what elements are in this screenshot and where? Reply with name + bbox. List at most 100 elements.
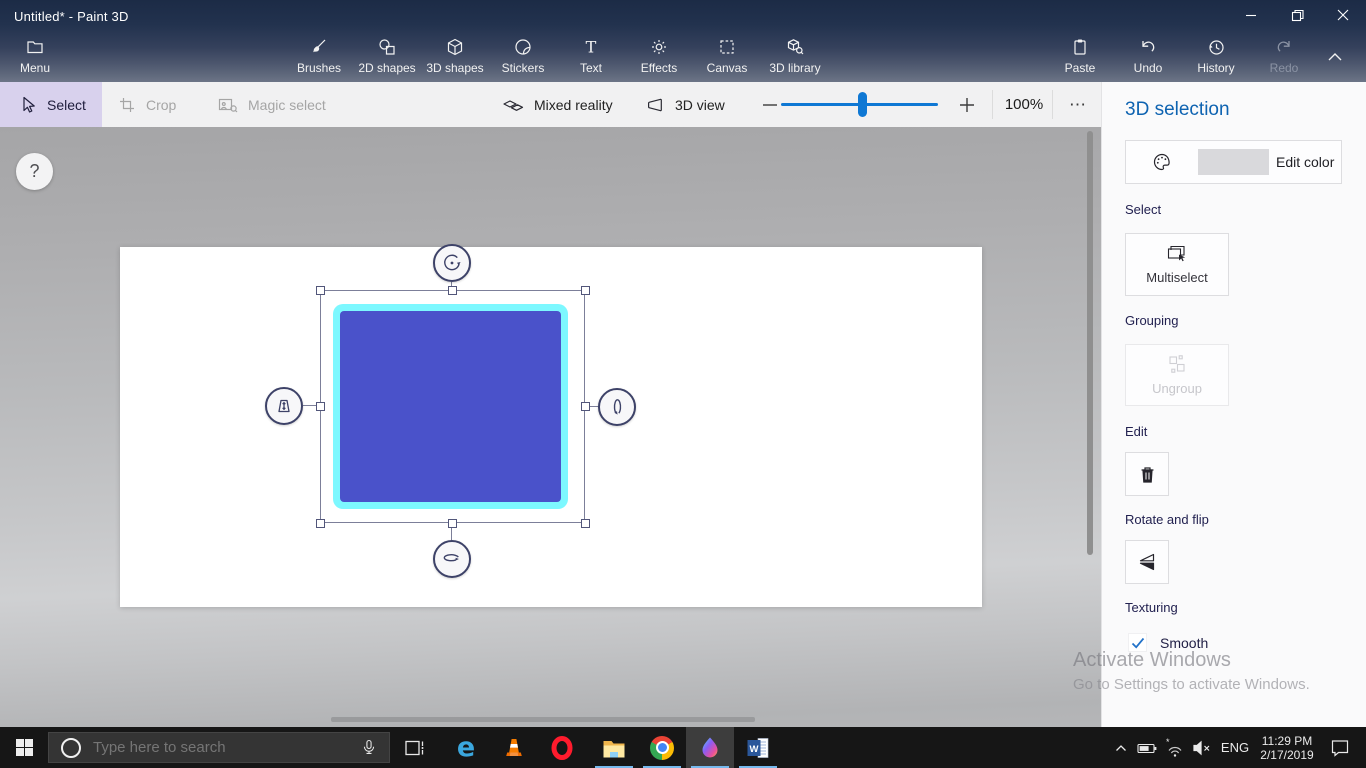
taskbar-app-vlc[interactable]	[490, 727, 538, 768]
ungroup-icon	[1167, 354, 1187, 374]
undo-button[interactable]: Undo	[1114, 30, 1182, 82]
resize-handle-sw[interactable]	[316, 519, 325, 528]
tab-3d-shapes[interactable]: 3D shapes	[421, 30, 489, 82]
ribbon-tools: Brushes 2D shapes 3D shapes Stickers T T…	[285, 30, 829, 82]
toolbar-separator	[992, 90, 993, 119]
paste-button[interactable]: Paste	[1046, 30, 1114, 82]
smooth-checkbox-row: Smooth	[1128, 633, 1208, 652]
search-input[interactable]	[93, 739, 359, 756]
window-controls	[1228, 0, 1366, 30]
effects-icon	[649, 37, 669, 57]
crop-icon	[118, 96, 136, 114]
volume-muted-icon[interactable]	[1188, 727, 1216, 768]
taskbar-app-file-explorer[interactable]	[590, 727, 638, 768]
history-icon	[1206, 37, 1226, 57]
zoom-in-icon	[958, 96, 976, 114]
tab-canvas[interactable]: Canvas	[693, 30, 761, 82]
multiselect-button[interactable]: Multiselect	[1125, 233, 1229, 296]
action-label: Redo	[1270, 61, 1299, 75]
paint3d-icon	[698, 736, 722, 760]
redo-icon	[1274, 37, 1294, 57]
taskbar-app-chrome[interactable]	[638, 727, 686, 768]
crop-tool-button[interactable]: Crop	[118, 82, 176, 127]
smooth-checkbox[interactable]	[1128, 633, 1147, 652]
taskbar-search[interactable]	[48, 732, 390, 763]
resize-handle-nw[interactable]	[316, 286, 325, 295]
more-options-button[interactable]: ⋯	[1058, 82, 1098, 127]
zoom-in-button[interactable]	[952, 82, 982, 127]
select-heading: Select	[1125, 202, 1161, 217]
resize-handle-e[interactable]	[581, 402, 590, 411]
tray-expand-button[interactable]	[1108, 727, 1134, 768]
tab-label: Canvas	[707, 61, 748, 75]
tab-label: 3D shapes	[426, 61, 483, 75]
taskbar-app-paint3d[interactable]	[686, 727, 734, 768]
microphone-icon[interactable]	[359, 737, 379, 759]
start-button[interactable]	[0, 727, 48, 768]
zoom-slider-thumb[interactable]	[858, 92, 867, 117]
resize-handle-s[interactable]	[448, 519, 457, 528]
minimize-button[interactable]	[1228, 0, 1274, 30]
help-button[interactable]: ?	[16, 153, 53, 190]
2d-shapes-icon	[377, 37, 397, 57]
flip-vertical-button[interactable]	[1125, 540, 1169, 584]
multiselect-icon	[1167, 244, 1187, 263]
tab-label: Brushes	[297, 61, 341, 75]
ungroup-button[interactable]: Ungroup	[1125, 344, 1229, 406]
close-button[interactable]	[1320, 0, 1366, 30]
redo-button[interactable]: Redo	[1250, 30, 1318, 82]
tab-text[interactable]: T Text	[557, 30, 625, 82]
taskbar-app-edge[interactable]: e	[442, 727, 490, 768]
panel-title: 3D selection	[1125, 99, 1230, 121]
history-button[interactable]: History	[1182, 30, 1250, 82]
menu-button[interactable]: Menu	[6, 30, 64, 82]
restore-button[interactable]	[1274, 0, 1320, 30]
vlc-icon	[502, 736, 526, 760]
tab-effects[interactable]: Effects	[625, 30, 693, 82]
workspace: ?	[0, 127, 1101, 727]
3d-shapes-icon	[445, 37, 465, 57]
resize-handle-w[interactable]	[316, 402, 325, 411]
collapse-ribbon-button[interactable]	[1326, 44, 1358, 70]
taskbar-app-opera[interactable]	[538, 727, 586, 768]
svg-text:*: *	[1166, 737, 1170, 747]
rotate-x-handle[interactable]	[598, 388, 636, 426]
resize-handle-ne[interactable]	[581, 286, 590, 295]
battery-icon[interactable]	[1134, 727, 1160, 768]
paste-icon	[1070, 37, 1090, 57]
tab-brushes[interactable]: Brushes	[285, 30, 353, 82]
vertical-scrollbar[interactable]	[1087, 131, 1093, 555]
chrome-icon	[650, 736, 674, 760]
mixed-reality-label: Mixed reality	[534, 97, 613, 113]
task-view-icon	[404, 738, 426, 758]
word-icon: W	[746, 736, 770, 760]
select-tool-button[interactable]: Select	[0, 82, 102, 127]
language-indicator[interactable]: ENG	[1216, 727, 1254, 768]
taskbar-app-word[interactable]: W	[734, 727, 782, 768]
resize-handle-n[interactable]	[448, 286, 457, 295]
rotate-y-icon	[440, 547, 464, 571]
delete-button[interactable]	[1125, 452, 1169, 496]
tab-stickers[interactable]: Stickers	[489, 30, 557, 82]
edit-color-button[interactable]: Edit color	[1125, 140, 1342, 184]
zoom-level-value[interactable]: 100%	[998, 82, 1050, 127]
resize-handle-se[interactable]	[581, 519, 590, 528]
depth-handle[interactable]	[265, 387, 303, 425]
magic-select-button[interactable]: Magic select	[218, 82, 326, 127]
horizontal-scrollbar[interactable]	[331, 717, 755, 722]
task-view-button[interactable]	[391, 727, 439, 768]
tab-2d-shapes[interactable]: 2D shapes	[353, 30, 421, 82]
edit-heading: Edit	[1125, 424, 1147, 439]
action-center-button[interactable]	[1320, 727, 1360, 768]
3d-view-label: 3D view	[675, 97, 725, 113]
grouping-heading: Grouping	[1125, 313, 1178, 328]
toolbar-separator	[1052, 90, 1053, 119]
3d-view-button[interactable]: 3D view	[645, 82, 725, 127]
windows-logo-icon	[16, 739, 33, 756]
wifi-limited-icon[interactable]: *	[1160, 727, 1188, 768]
rotate-y-handle[interactable]	[433, 540, 471, 578]
tab-3d-library[interactable]: 3D library	[761, 30, 829, 82]
mixed-reality-button[interactable]: Mixed reality	[502, 82, 613, 127]
taskbar-clock[interactable]: 11:29 PM 2/17/2019	[1254, 727, 1320, 768]
rotate-z-handle[interactable]	[433, 244, 471, 282]
